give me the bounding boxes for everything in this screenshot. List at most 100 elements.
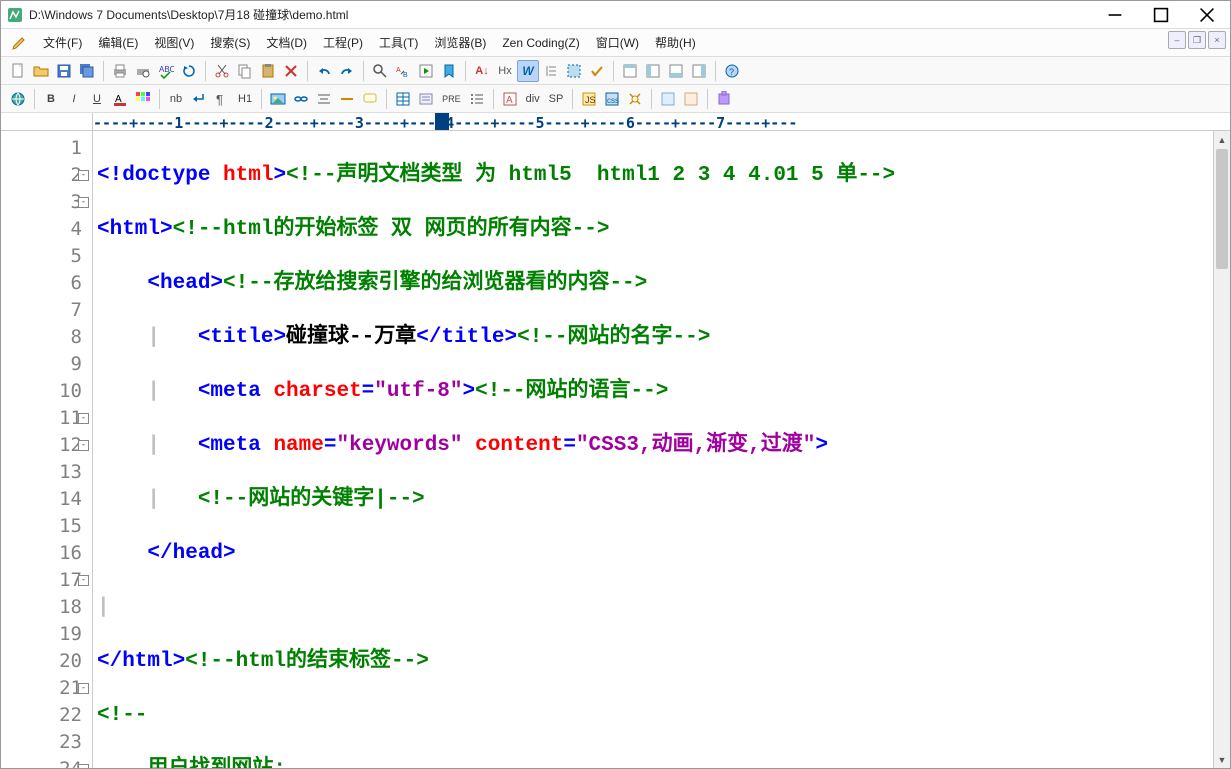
paragraph-icon[interactable]: ¶ [211, 88, 233, 110]
menu-search[interactable]: 搜索(S) [208, 32, 252, 53]
new-file-icon[interactable] [7, 60, 29, 82]
minimize-button[interactable] [1092, 1, 1138, 28]
fold-handle[interactable]: - [78, 440, 89, 451]
line-number: 1 [71, 137, 82, 159]
titlebar: D:\Windows 7 Documents\Desktop\7月18 碰撞球\… [1, 1, 1230, 29]
menu-zen[interactable]: Zen Coding(Z) [500, 34, 581, 52]
delete-icon[interactable] [280, 60, 302, 82]
hr-icon[interactable] [336, 88, 358, 110]
grid2-icon[interactable] [680, 88, 702, 110]
vertical-scrollbar[interactable]: ▲ ▼ [1213, 131, 1230, 768]
validate-icon[interactable] [586, 60, 608, 82]
line-number: 13 [59, 461, 82, 483]
goto-icon[interactable] [415, 60, 437, 82]
comment-icon[interactable] [359, 88, 381, 110]
fold-handle[interactable]: - [78, 197, 89, 208]
maximize-button[interactable] [1138, 1, 1184, 28]
print-preview-icon[interactable] [132, 60, 154, 82]
save-icon[interactable] [53, 60, 75, 82]
panel3-icon[interactable] [665, 60, 687, 82]
scroll-down-icon[interactable]: ▼ [1214, 751, 1230, 768]
menu-browser[interactable]: 浏览器(B) [432, 32, 488, 53]
menu-project[interactable]: 工程(P) [321, 32, 365, 53]
refresh-icon[interactable] [178, 60, 200, 82]
span-button[interactable]: SP [545, 88, 568, 110]
tidy-icon[interactable] [624, 88, 646, 110]
menu-tools[interactable]: 工具(T) [377, 32, 420, 53]
italic-button[interactable]: I [63, 88, 85, 110]
separator [613, 61, 614, 81]
copy-icon[interactable] [234, 60, 256, 82]
menu-file[interactable]: 文件(F) [41, 32, 84, 53]
hx-icon[interactable]: Hx [494, 60, 516, 82]
underline-button[interactable]: U [86, 88, 108, 110]
line-number: 6 [71, 272, 82, 294]
scroll-thumb[interactable] [1216, 149, 1228, 269]
style-icon[interactable]: css [601, 88, 623, 110]
find-icon[interactable] [369, 60, 391, 82]
fold-handle[interactable]: - [78, 683, 89, 694]
bold-button[interactable]: B [40, 88, 62, 110]
font-size-dec-icon[interactable]: A↓ [471, 60, 493, 82]
br-icon[interactable] [188, 88, 210, 110]
paste-icon[interactable] [257, 60, 279, 82]
cut-icon[interactable] [211, 60, 233, 82]
panel1-icon[interactable] [619, 60, 641, 82]
color-palette-icon[interactable] [132, 88, 154, 110]
form-icon[interactable] [415, 88, 437, 110]
fold-handle[interactable]: - [78, 413, 89, 424]
image-icon[interactable] [267, 88, 289, 110]
menu-window[interactable]: 窗口(W) [594, 32, 641, 53]
h1-button[interactable]: H1 [234, 88, 256, 110]
panel2-icon[interactable] [642, 60, 664, 82]
svg-text:css: css [607, 96, 619, 105]
print-icon[interactable] [109, 60, 131, 82]
browser-icon[interactable] [7, 88, 29, 110]
close-button[interactable] [1184, 1, 1230, 28]
separator [159, 89, 160, 109]
mdi-close[interactable]: × [1208, 31, 1226, 49]
table-icon[interactable] [392, 88, 414, 110]
editor: 1 2- 3- 4 5 6 7 8 9 10 11- 12- 13 14 15 … [1, 131, 1230, 768]
font-color-icon[interactable]: A [109, 88, 131, 110]
separator [651, 89, 652, 109]
div-button[interactable]: div [522, 88, 544, 110]
bookmark-icon[interactable] [438, 60, 460, 82]
link-icon[interactable] [290, 88, 312, 110]
wordwrap-icon[interactable]: W [517, 60, 539, 82]
nbsp-button[interactable]: nb [165, 88, 187, 110]
menu-edit[interactable]: 编辑(E) [96, 32, 140, 53]
help-icon[interactable]: ? [721, 60, 743, 82]
line-number: 9 [71, 353, 82, 375]
open-file-icon[interactable] [30, 60, 52, 82]
grid1-icon[interactable] [657, 88, 679, 110]
menu-help[interactable]: 帮助(H) [653, 32, 698, 53]
scroll-up-icon[interactable]: ▲ [1214, 131, 1230, 148]
select-all-icon[interactable] [563, 60, 585, 82]
menubar: 文件(F) 编辑(E) 视图(V) 搜索(S) 文档(D) 工程(P) 工具(T… [1, 29, 1230, 57]
undo-icon[interactable] [313, 60, 335, 82]
mdi-minimize[interactable]: – [1168, 31, 1186, 49]
list-icon[interactable] [466, 88, 488, 110]
script-icon[interactable]: JS [578, 88, 600, 110]
panel4-icon[interactable] [688, 60, 710, 82]
mdi-restore[interactable]: ❐ [1188, 31, 1206, 49]
fold-handle[interactable]: - [78, 575, 89, 586]
menu-view[interactable]: 视图(V) [152, 32, 196, 53]
code-area[interactable]: <!doctype html><!--声明文档类型 为 html5 html1 … [93, 131, 1230, 768]
indent-guide-icon[interactable] [540, 60, 562, 82]
save-all-icon[interactable] [76, 60, 98, 82]
separator [493, 89, 494, 109]
fold-handle[interactable]: - [78, 170, 89, 181]
separator [307, 61, 308, 81]
fold-handle[interactable]: - [78, 764, 89, 768]
align-center-icon[interactable] [313, 88, 335, 110]
menu-doc[interactable]: 文档(D) [264, 32, 309, 53]
font-box-icon[interactable]: A [499, 88, 521, 110]
replace-icon[interactable]: AB [392, 60, 414, 82]
redo-icon[interactable] [336, 60, 358, 82]
spellcheck-icon[interactable]: ABC [155, 60, 177, 82]
pre-button[interactable]: PRE [438, 88, 465, 110]
plugin-icon[interactable] [713, 88, 735, 110]
window-buttons [1092, 1, 1230, 28]
